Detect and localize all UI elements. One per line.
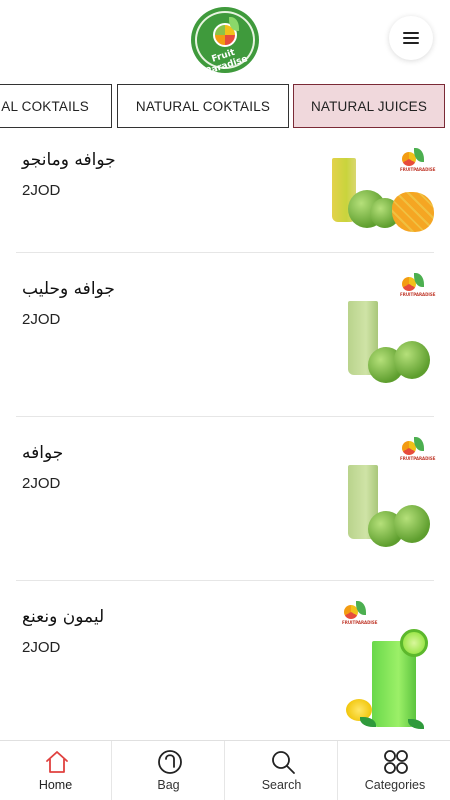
categories-icon: [383, 749, 409, 775]
guava-milk-juice-image: FRUITPARADISE: [344, 271, 436, 397]
product-price: 2JOD: [22, 311, 61, 328]
guava-fruit: [394, 341, 430, 379]
mint-leaf: [408, 719, 424, 729]
brand-logo-icon: FRUITPARADISE: [342, 601, 378, 625]
brand-logo-icon: FRUITPARADISE: [400, 273, 436, 297]
product-name: جوافه ومانجو: [22, 150, 116, 170]
hamburger-menu-icon: [403, 32, 419, 44]
mango-fruit: [392, 192, 434, 232]
nav-search-label: Search: [261, 778, 302, 792]
product-price: 2JOD: [22, 639, 61, 656]
guava-juice-image: FRUITPARADISE: [344, 435, 436, 561]
lime-slice: [400, 629, 428, 657]
nav-search[interactable]: Search: [226, 741, 338, 800]
tab-special-coktails[interactable]: CIAL COKTAILS: [0, 84, 112, 128]
guava-mango-juice-image: FRUITPARADISE: [322, 146, 436, 238]
app-header: Fruit Paradise: [0, 0, 450, 76]
guava-fruit: [394, 505, 430, 543]
home-icon: [44, 749, 70, 775]
menu-button[interactable]: [389, 16, 433, 60]
nav-bag[interactable]: Bag: [113, 741, 225, 800]
tab-natural-juices[interactable]: NATURAL JUICES: [293, 84, 445, 128]
product-name: جوافه: [22, 443, 64, 463]
bottom-navigation: Home Bag Search Categories: [0, 740, 450, 800]
nav-home[interactable]: Home: [0, 741, 112, 800]
bag-icon: [157, 749, 183, 775]
search-icon: [270, 749, 296, 775]
nav-bag-label: Bag: [157, 778, 180, 792]
nav-home-label: Home: [38, 778, 73, 792]
nav-categories[interactable]: Categories: [339, 741, 450, 800]
lemon-mint-juice-image: FRUITPARADISE: [338, 599, 434, 731]
tab-natural-coktails[interactable]: NATURAL COKTAILS: [117, 84, 289, 128]
product-price: 2JOD: [22, 182, 61, 199]
list-item[interactable]: جوافه وحليب 2JOD FRUITPARADISE: [16, 253, 436, 417]
list-item[interactable]: ليمون ونعنع 2JOD FRUITPARADISE: [16, 581, 434, 741]
product-name: ليمون ونعنع: [22, 607, 105, 627]
list-item[interactable]: جوافه 2JOD FRUITPARADISE: [16, 417, 436, 581]
category-tabs: CIAL COKTAILS NATURAL COKTAILS NATURAL J…: [0, 84, 450, 128]
product-price: 2JOD: [22, 475, 61, 492]
list-item[interactable]: جوافه ومانجو 2JOD FRUITPARADISE: [16, 136, 436, 253]
nav-categories-label: Categories: [364, 778, 426, 792]
fruit-paradise-logo[interactable]: Fruit Paradise: [191, 7, 259, 73]
brand-logo-icon: FRUITPARADISE: [400, 148, 436, 172]
brand-logo-icon: FRUITPARADISE: [400, 437, 436, 461]
product-name: جوافه وحليب: [22, 279, 115, 299]
